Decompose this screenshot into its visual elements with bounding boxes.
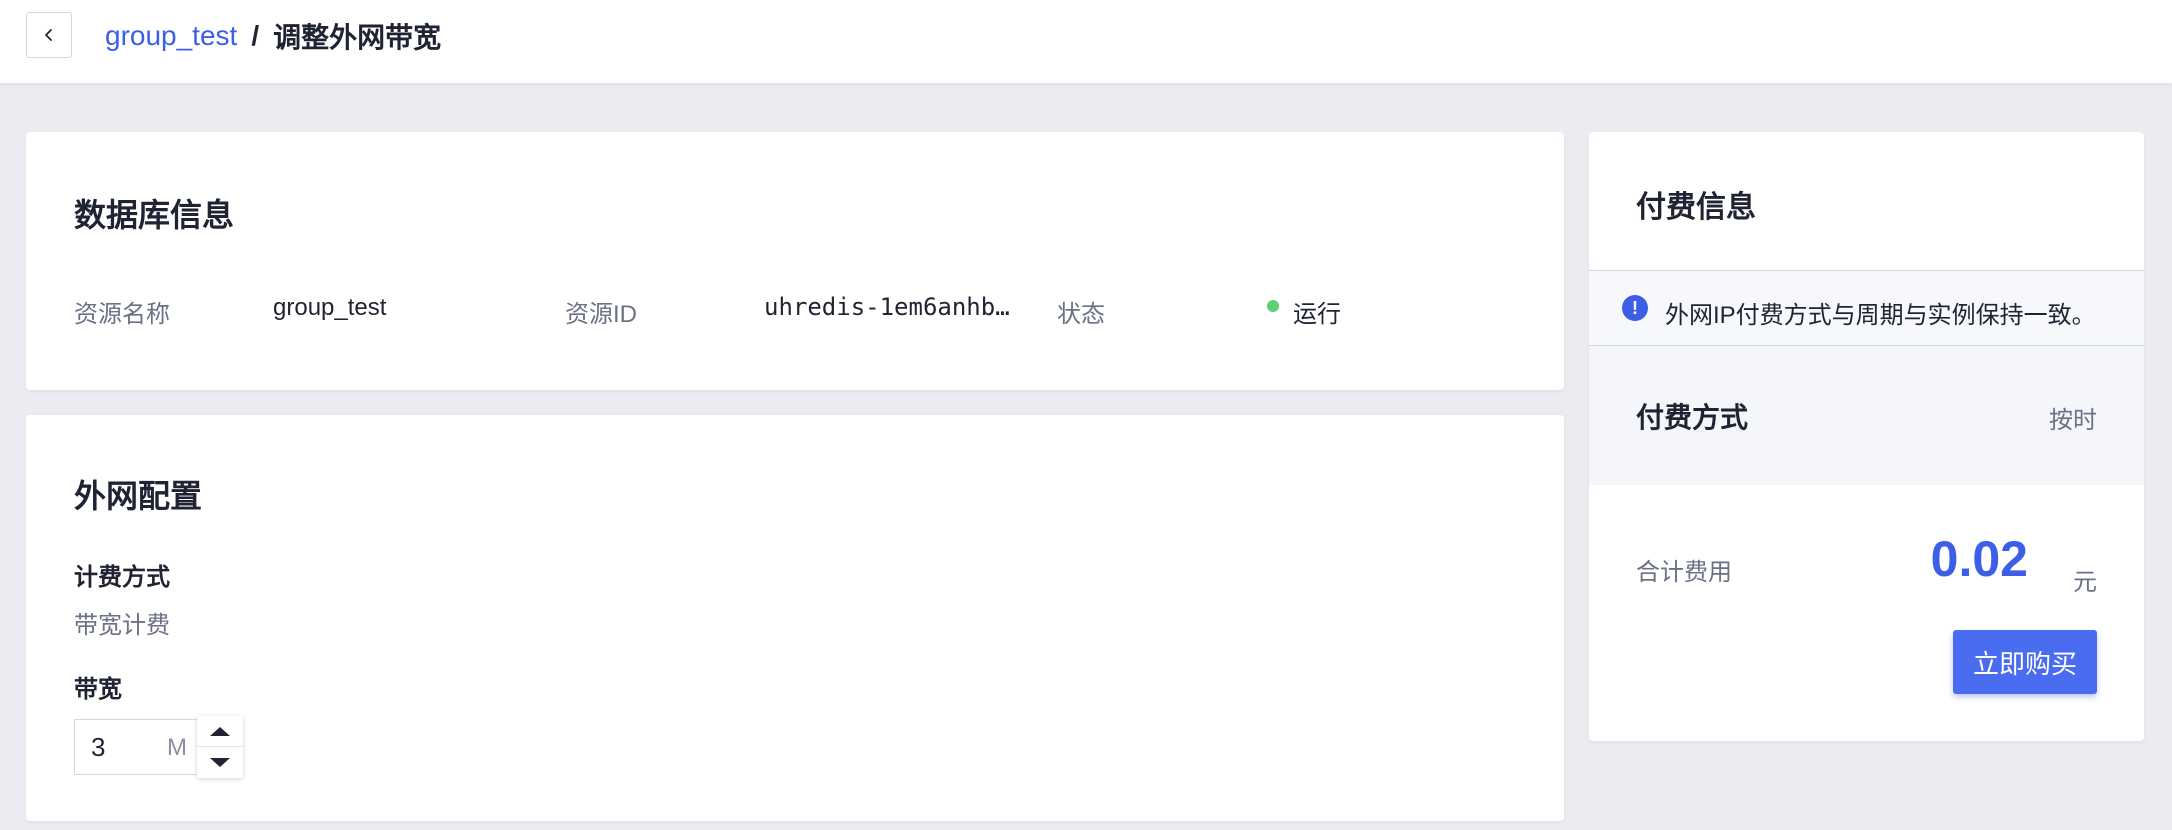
info-icon: !: [1622, 295, 1648, 321]
page-title: 调整外网带宽: [273, 22, 442, 53]
database-info-title: 数据库信息: [74, 197, 235, 233]
resource-name-label: 资源名称: [74, 301, 170, 328]
pay-mode-value: 按时: [2049, 407, 2097, 434]
breadcrumb: group_test / 调整外网带宽: [105, 18, 441, 54]
status-value: 运行: [1293, 301, 1341, 328]
bandwidth-unit: M: [167, 734, 187, 761]
payment-notice: ! 外网IP付费方式与周期与实例保持一致。: [1589, 270, 2144, 346]
buy-now-button[interactable]: 立即购买: [1953, 630, 2097, 694]
pay-mode-label: 付费方式: [1636, 402, 1749, 433]
bandwidth-label: 带宽: [74, 676, 122, 703]
total-cost-amount: 0.02: [1930, 531, 2028, 587]
caret-up-icon: [210, 726, 230, 736]
resource-id-label: 资源ID: [565, 301, 637, 328]
billing-method-value: 带宽计费: [74, 612, 170, 639]
pay-mode-section: 付费方式 按时: [1589, 346, 2144, 485]
breadcrumb-separator: /: [251, 20, 260, 51]
database-info-card: 数据库信息 资源名称 group_test 资源ID uhredis-1em6a…: [26, 132, 1564, 390]
resource-id-value: uhredis-1em6anhb…: [764, 293, 1010, 321]
breadcrumb-link[interactable]: group_test: [105, 20, 237, 52]
notice-text: 外网IP付费方式与周期与实例保持一致。: [1665, 302, 2096, 329]
status-label: 状态: [1057, 301, 1105, 328]
caret-down-icon: [210, 757, 230, 767]
bandwidth-input[interactable]: 3: [91, 732, 105, 763]
billing-method-label: 计费方式: [74, 564, 170, 591]
total-cost-label: 合计费用: [1636, 559, 1732, 586]
back-button[interactable]: [26, 12, 72, 58]
network-config-card: 外网配置 计费方式 带宽计费 带宽 3 M: [26, 415, 1564, 821]
decrement-button[interactable]: [197, 747, 243, 777]
network-config-title: 外网配置: [74, 478, 203, 514]
payment-info-card: 付费信息 ! 外网IP付费方式与周期与实例保持一致。 付费方式 按时 合计费用 …: [1589, 132, 2144, 741]
payment-info-title: 付费信息: [1636, 191, 1756, 224]
chevron-left-icon: [45, 29, 52, 41]
status-dot-icon: [1267, 300, 1279, 312]
increment-button[interactable]: [197, 716, 243, 747]
top-bar: group_test / 调整外网带宽: [0, 0, 2172, 83]
total-cost-unit: 元: [2073, 569, 2097, 596]
bandwidth-stepper[interactable]: 3 M: [74, 716, 243, 778]
resource-name-value: group_test: [273, 294, 387, 321]
stepper-buttons: [197, 716, 243, 778]
